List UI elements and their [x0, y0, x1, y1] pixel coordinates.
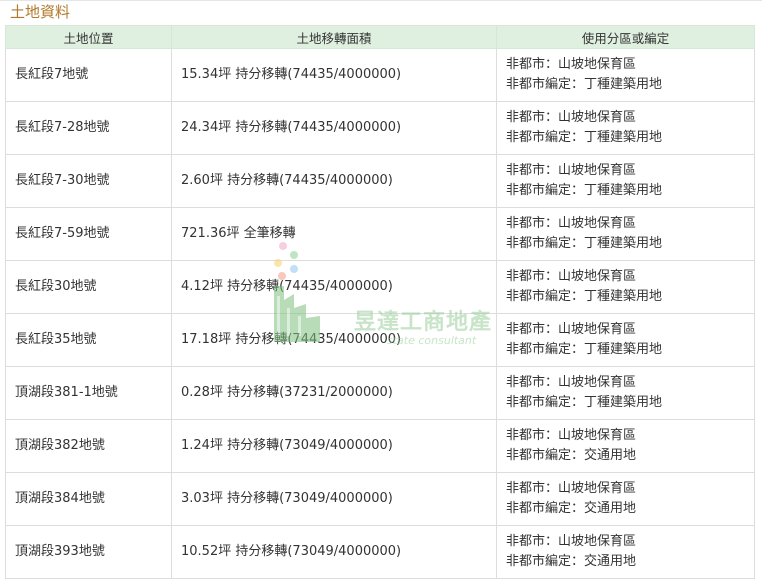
zoning-district: 非都市：山坡地保育區	[506, 162, 637, 178]
cell-land-location: 頂湖段393地號	[5, 525, 172, 579]
zoning-designation: 非都市編定：丁種建築用地	[506, 342, 663, 357]
table-row: 長紅段7-28地號 24.34坪 持分移轉(74435/4000000) 非都市：山…	[5, 101, 755, 155]
table-row: 長紅段35地號 17.18坪 持分移轉(74435/4000000) 非都市：山坡地…	[5, 313, 755, 367]
cell-zoning: 非都市：山坡地保育區 非都市編定：交通用地	[496, 525, 755, 579]
cell-transfer-area: 10.52坪 持分移轉(73049/4000000)	[171, 525, 497, 579]
cell-transfer-area: 3.03坪 持分移轉(73049/4000000)	[171, 472, 497, 526]
top-divider	[0, 0, 762, 1]
zoning-designation: 非都市編定：交通用地	[506, 501, 637, 516]
table-row: 頂湖段381-1地號 0.28坪 持分移轉(37231/2000000) 非都市：山…	[5, 366, 755, 420]
cell-zoning: 非都市：山坡地保育區非都市編定：丁種建築用地	[496, 207, 755, 261]
cell-transfer-area: 17.18坪 持分移轉(74435/4000000)	[171, 313, 497, 367]
cell-transfer-area: 24.34坪 持分移轉(74435/4000000)	[171, 101, 497, 155]
table-row: 長紅段7-30地號 2.60坪 持分移轉(74435/4000000) 非都市：山坡…	[5, 154, 755, 208]
column-header-zoning: 使用分區或編定	[496, 25, 755, 49]
cell-zoning: 非都市：山坡地保育區非都市編定：丁種建築用地	[496, 101, 755, 155]
land-data-table: 土地位置 土地移轉面積 使用分區或編定 長紅段7地號 15.34坪 持分移轉(74…	[5, 25, 755, 579]
column-header-area: 土地移轉面積	[171, 25, 497, 49]
table-row: 頂湖段393地號 10.52坪 持分移轉(73049/4000000) 非都市：山坡…	[5, 525, 755, 579]
cell-land-location: 頂湖段381-1地號	[5, 366, 172, 420]
zoning-district: 非都市：山坡地保育區	[506, 374, 637, 390]
cell-transfer-area: 4.12坪 持分移轉(74435/4000000)	[171, 260, 497, 314]
cell-land-location: 長紅段7-30地號	[5, 154, 172, 208]
zoning-designation: 非都市編定：丁種建築用地	[506, 395, 663, 410]
zoning-designation: 非都市編定：丁種建築用地	[506, 130, 663, 145]
zoning-district: 非都市：山坡地保育區	[506, 321, 637, 337]
zoning-designation: 非都市編定：丁種建築用地	[506, 236, 663, 251]
cell-land-location: 長紅段7-59地號	[5, 207, 172, 261]
section-title: 土地資料	[10, 3, 71, 21]
table-row: 長紅段30地號 4.12坪 持分移轉(74435/4000000) 非都市：山坡地保…	[5, 260, 755, 314]
table-body: 長紅段7地號 15.34坪 持分移轉(74435/4000000) 非都市：山坡地保…	[5, 48, 755, 579]
column-header-location: 土地位置	[5, 25, 172, 49]
cell-land-location: 長紅段35地號	[5, 313, 172, 367]
table-header-row: 土地位置 土地移轉面積 使用分區或編定	[5, 25, 755, 49]
cell-land-location: 頂湖段384地號	[5, 472, 172, 526]
cell-zoning: 非都市：山坡地保育區非都市編定：丁種建築用地	[496, 366, 755, 420]
cell-land-location: 長紅段7-28地號	[5, 101, 172, 155]
cell-zoning: 非都市：山坡地保育區非都市編定：丁種建築用地	[496, 260, 755, 314]
zoning-district: 非都市：山坡地保育區	[506, 427, 637, 443]
zoning-district: 非都市：山坡地保育區	[506, 215, 637, 231]
table-row: 頂湖段382地號 1.24坪 持分移轉(73049/4000000) 非都市：山坡地…	[5, 419, 755, 473]
table-row: 長紅段7地號 15.34坪 持分移轉(74435/4000000) 非都市：山坡地保…	[5, 48, 755, 102]
zoning-designation: 非都市編定：交通用地	[506, 448, 637, 463]
cell-land-location: 頂湖段382地號	[5, 419, 172, 473]
zoning-district: 非都市：山坡地保育區	[506, 480, 637, 496]
cell-zoning: 非都市：山坡地保育區非都市編定：丁種建築用地	[496, 154, 755, 208]
zoning-district: 非都市：山坡地保育區	[506, 533, 637, 549]
cell-zoning: 非都市：山坡地保育區非都市編定：丁種建築用地	[496, 48, 755, 102]
zoning-district: 非都市：山坡地保育區	[506, 109, 637, 125]
cell-transfer-area: 721.36坪 全筆移轉	[171, 207, 497, 261]
cell-transfer-area: 15.34坪 持分移轉(74435/4000000)	[171, 48, 497, 102]
cell-land-location: 長紅段30地號	[5, 260, 172, 314]
cell-zoning: 非都市：山坡地保育區 非都市編定：交通用地	[496, 419, 755, 473]
cell-land-location: 長紅段7地號	[5, 48, 172, 102]
cell-transfer-area: 1.24坪 持分移轉(73049/4000000)	[171, 419, 497, 473]
zoning-designation: 非都市編定：丁種建築用地	[506, 77, 663, 92]
zoning-district: 非都市：山坡地保育區	[506, 56, 637, 72]
cell-zoning: 非都市：山坡地保育區非都市編定：丁種建築用地	[496, 313, 755, 367]
cell-zoning: 非都市：山坡地保育區 非都市編定：交通用地	[496, 472, 755, 526]
zoning-designation: 非都市編定：丁種建築用地	[506, 183, 663, 198]
zoning-designation: 非都市編定：丁種建築用地	[506, 289, 663, 304]
cell-transfer-area: 2.60坪 持分移轉(74435/4000000)	[171, 154, 497, 208]
table-row: 長紅段7-59地號 721.36坪 全筆移轉 非都市：山坡地保育區非都市編定：丁種建…	[5, 207, 755, 261]
zoning-designation: 非都市編定：交通用地	[506, 554, 637, 569]
table-row: 頂湖段384地號 3.03坪 持分移轉(73049/4000000) 非都市：山坡地…	[5, 472, 755, 526]
zoning-district: 非都市：山坡地保育區	[506, 268, 637, 284]
cell-transfer-area: 0.28坪 持分移轉(37231/2000000)	[171, 366, 497, 420]
